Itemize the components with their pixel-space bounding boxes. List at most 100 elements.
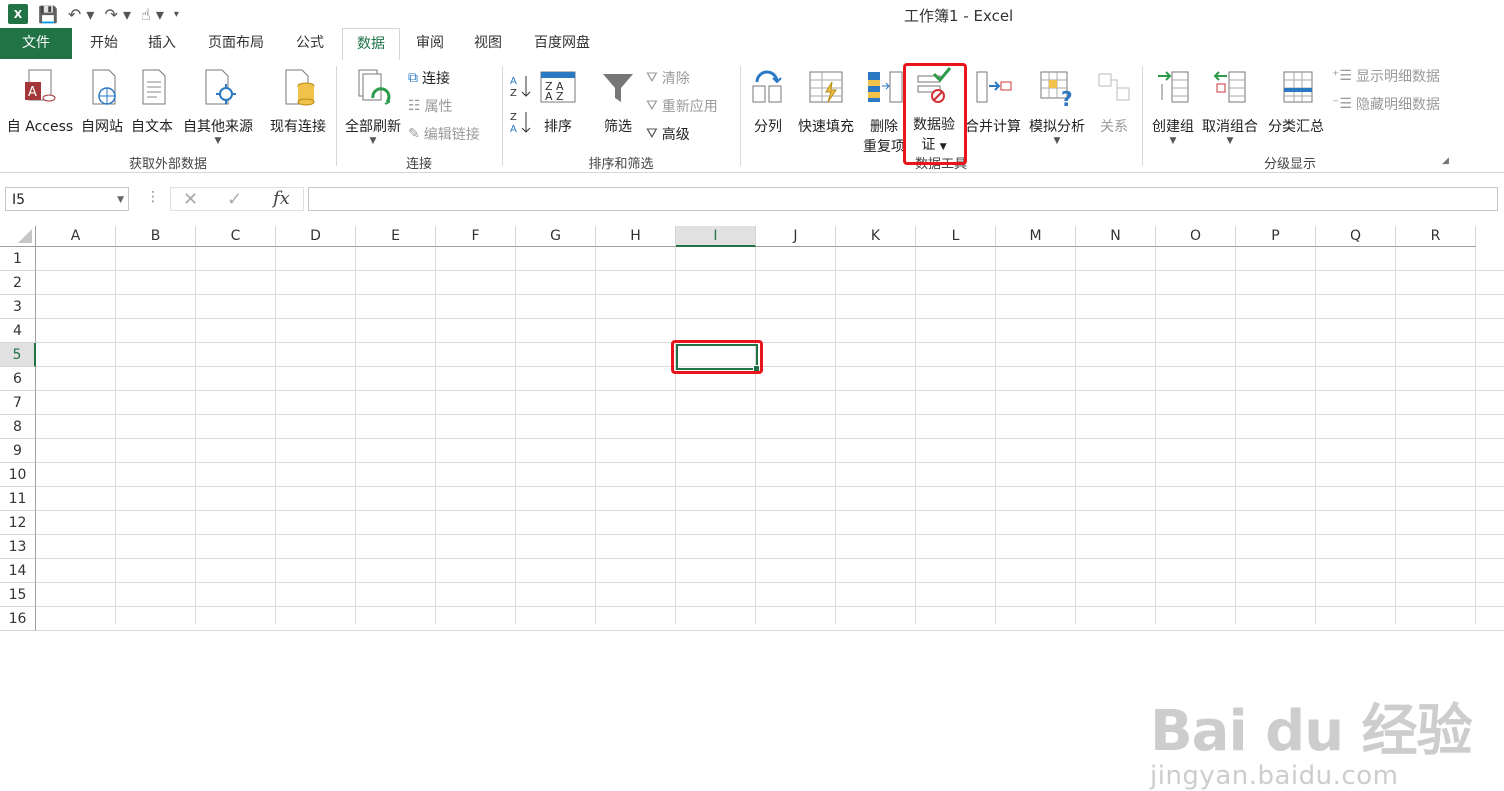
column-header-H[interactable]: H (596, 226, 676, 247)
formula-input[interactable] (308, 187, 1498, 211)
touch-mode-icon[interactable]: ☝ ▾ (141, 5, 164, 24)
refresh-all-button[interactable]: 全部刷新 ▼ (340, 68, 406, 146)
chevron-down-icon[interactable]: ▼ (117, 188, 124, 212)
customize-icon[interactable]: ▾ (174, 9, 179, 20)
show-detail-button[interactable]: ⁺☰ 显示明细数据 (1332, 66, 1440, 86)
formula-bar-splitter-icon[interactable]: ⋮ (146, 189, 160, 205)
column-header-F[interactable]: F (436, 226, 516, 247)
window-title: 工作簿1 - Excel (904, 7, 1014, 25)
existing-connections-button[interactable]: 现有连接 (266, 68, 330, 136)
reapply-button[interactable]: ⛛ 重新应用 (646, 96, 718, 116)
edit-links-button[interactable]: ✎ 编辑链接 (408, 124, 480, 144)
row-header-7[interactable]: 7 (0, 391, 36, 415)
column-header-E[interactable]: E (356, 226, 436, 247)
dialog-launcher-icon[interactable]: ◢ (1442, 156, 1449, 166)
ungroup-button[interactable]: 取消组合 ▼ (1200, 68, 1260, 146)
column-header-R[interactable]: R (1396, 226, 1476, 247)
row-header-8[interactable]: 8 (0, 415, 36, 439)
from-web-button[interactable]: 自网站 (78, 68, 126, 136)
column-header-M[interactable]: M (996, 226, 1076, 247)
grid-vline (1075, 247, 1076, 624)
row-header-15[interactable]: 15 (0, 583, 36, 607)
text-file-icon (142, 69, 166, 105)
text-to-columns-button[interactable]: 分列 (748, 68, 788, 136)
tab-file[interactable]: 文件 (0, 28, 72, 59)
watermark-main-text: Bai du 经验 (1150, 699, 1473, 764)
sort-az-za-buttons[interactable]: AZ ZA (510, 74, 532, 134)
column-header-B[interactable]: B (116, 226, 196, 247)
cancel-icon[interactable]: ✕ (183, 189, 198, 210)
tab-review[interactable]: 审阅 (404, 28, 456, 59)
advanced-filter-button[interactable]: ⛛ 高级 (646, 124, 690, 144)
relationships-button[interactable]: 关系 (1092, 68, 1136, 136)
hide-detail-label: 隐藏明细数据 (1355, 97, 1440, 113)
group-button[interactable]: 创建组 ▼ (1148, 68, 1198, 146)
title-bar: X 💾 ↶ ▾ ↷ ▾ ☝ ▾ ▾ 工作簿1 - Excel (0, 0, 1504, 28)
grid-vline (435, 247, 436, 624)
sort-button[interactable]: Z AA Z 排序 (536, 68, 580, 136)
tab-insert[interactable]: 插入 (136, 28, 188, 59)
enter-icon[interactable]: ✓ (227, 189, 242, 210)
subtotal-button[interactable]: 分类汇总 (1264, 68, 1328, 136)
name-box[interactable]: I5 ▼ (5, 187, 129, 211)
tab-page-layout[interactable]: 页面布局 (196, 28, 276, 59)
column-header-J[interactable]: J (756, 226, 836, 247)
column-header-D[interactable]: D (276, 226, 356, 247)
dropdown-caret-icon: ▼ (1226, 136, 1234, 146)
row-header-13[interactable]: 13 (0, 535, 36, 559)
column-header-G[interactable]: G (516, 226, 596, 247)
connections-button[interactable]: ⧉ 连接 (408, 68, 450, 88)
from-access-button[interactable]: A 自 Access (4, 68, 76, 136)
from-web-label: 自网站 (81, 119, 123, 135)
row-header-6[interactable]: 6 (0, 367, 36, 391)
properties-button[interactable]: ☷ 属性 (408, 96, 453, 116)
clear-label: 清除 (661, 71, 690, 87)
consolidate-button[interactable]: 合并计算 (962, 68, 1024, 136)
grid-hline (36, 270, 1504, 271)
row-header-5[interactable]: 5 (0, 343, 36, 367)
sort-ascending-icon: AZ (510, 76, 531, 98)
redo-icon[interactable]: ↷ ▾ (104, 5, 131, 24)
properties-label: 属性 (424, 99, 453, 115)
worksheet-grid[interactable]: ABCDEFGHIJKLMNOPQR 1 2 3 4 5 6 7 8 9 10 11 12 13 14 15… (0, 226, 1504, 791)
tab-baidu-netdisk[interactable]: 百度网盘 (522, 28, 602, 59)
row-header-10[interactable]: 10 (0, 463, 36, 487)
row-header-16[interactable]: 16 (0, 607, 36, 631)
select-all-button[interactable] (0, 226, 36, 247)
column-header-C[interactable]: C (196, 226, 276, 247)
tab-view[interactable]: 视图 (462, 28, 514, 59)
column-header-O[interactable]: O (1156, 226, 1236, 247)
column-header-N[interactable]: N (1076, 226, 1156, 247)
column-header-I[interactable]: I (676, 226, 756, 247)
from-text-button[interactable]: 自文本 (128, 68, 176, 136)
relationships-icon (1098, 73, 1130, 101)
column-header-P[interactable]: P (1236, 226, 1316, 247)
from-other-sources-button[interactable]: 自其他来源 ▼ (178, 68, 258, 146)
what-if-analysis-button[interactable]: ? 模拟分析 ▼ (1026, 68, 1088, 146)
row-header-14[interactable]: 14 (0, 559, 36, 583)
filter-button[interactable]: 筛选 (596, 68, 640, 136)
remove-duplicates-button[interactable]: 删除 重复项 (860, 68, 908, 156)
clear-button[interactable]: ⛛ 清除 (646, 68, 690, 88)
row-header-11[interactable]: 11 (0, 487, 36, 511)
insert-function-icon[interactable]: fx (273, 188, 290, 209)
save-icon[interactable]: 💾 (38, 5, 58, 24)
tab-home[interactable]: 开始 (78, 28, 130, 59)
grid-hline (36, 438, 1504, 439)
column-header-Q[interactable]: Q (1316, 226, 1396, 247)
row-header-2[interactable]: 2 (0, 271, 36, 295)
tab-formulas[interactable]: 公式 (284, 28, 336, 59)
column-header-L[interactable]: L (916, 226, 996, 247)
column-header-K[interactable]: K (836, 226, 916, 247)
hide-detail-button[interactable]: ⁻☰ 隐藏明细数据 (1332, 94, 1440, 114)
tab-data[interactable]: 数据 (342, 28, 400, 61)
flash-fill-button[interactable]: 快速填充 (794, 68, 858, 136)
row-header-12[interactable]: 12 (0, 511, 36, 535)
refresh-all-label: 全部刷新 (345, 119, 401, 135)
row-header-9[interactable]: 9 (0, 439, 36, 463)
undo-icon[interactable]: ↶ ▾ (68, 5, 95, 24)
column-header-A[interactable]: A (36, 226, 116, 247)
row-header-4[interactable]: 4 (0, 319, 36, 343)
row-header-3[interactable]: 3 (0, 295, 36, 319)
row-header-1[interactable]: 1 (0, 247, 36, 271)
